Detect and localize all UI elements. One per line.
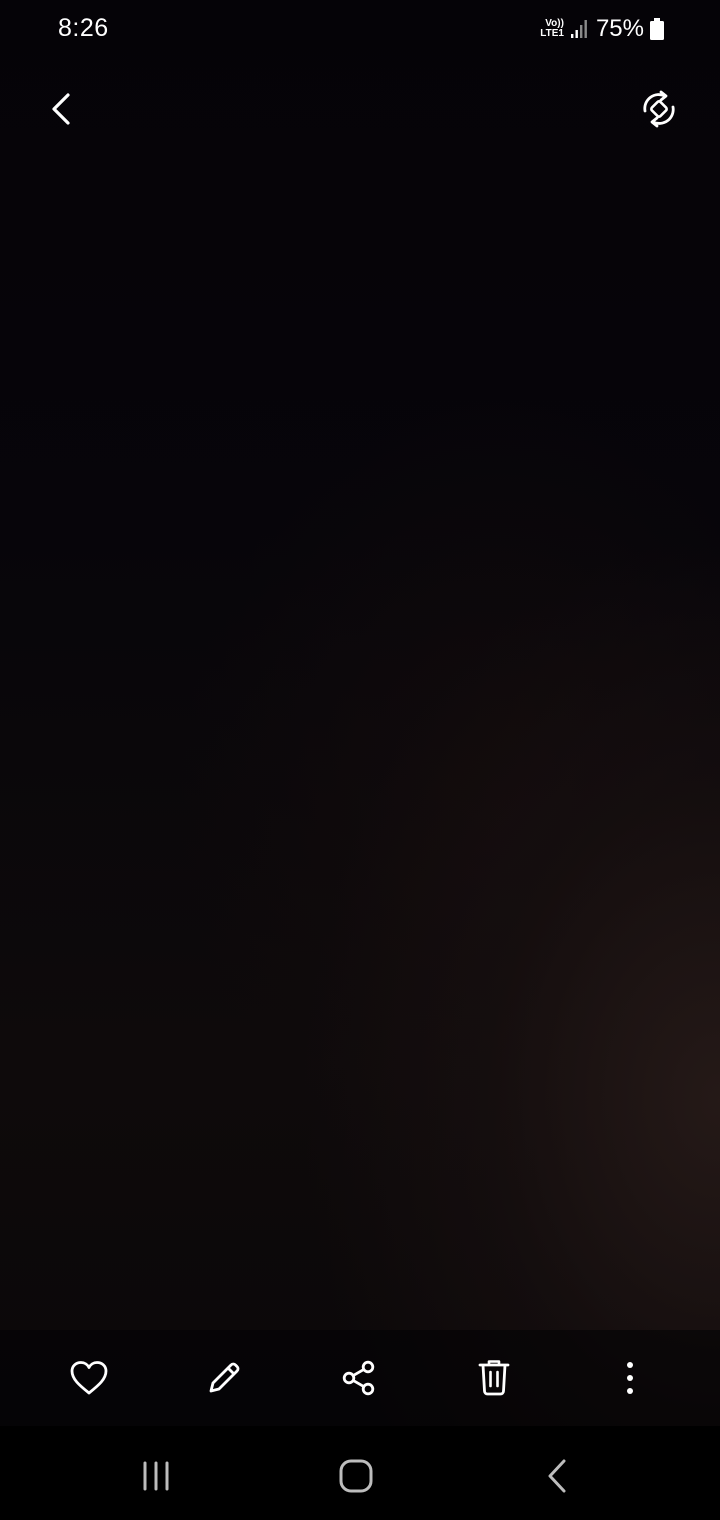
gallery-viewer: 8:26 Vo)) LTE1 75% <box>0 0 720 1520</box>
status-time: 8:26 <box>58 14 109 42</box>
home-icon <box>339 1459 373 1493</box>
heart-icon <box>70 1361 108 1395</box>
auto-rotate-icon <box>643 90 675 128</box>
system-nav-bar <box>0 1426 720 1520</box>
back-button[interactable] <box>36 84 86 134</box>
status-bar: 8:26 Vo)) LTE1 75% <box>0 0 720 58</box>
delete-button[interactable] <box>470 1354 518 1402</box>
home-button[interactable] <box>328 1448 384 1504</box>
trash-icon <box>478 1360 510 1396</box>
favorite-button[interactable] <box>65 1354 113 1402</box>
status-indicators: Vo)) LTE1 75% <box>540 14 664 44</box>
action-bar <box>0 1330 720 1426</box>
auto-rotate-button[interactable] <box>634 84 684 134</box>
recents-icon <box>143 1461 169 1491</box>
pencil-icon <box>209 1362 240 1393</box>
lte-label: LTE1 <box>540 28 564 39</box>
more-options-button[interactable] <box>606 1354 654 1402</box>
volte-icon: Vo)) LTE1 <box>540 19 564 39</box>
signal-icon <box>570 19 588 39</box>
more-vertical-icon <box>627 1362 633 1394</box>
recents-button[interactable] <box>128 1448 184 1504</box>
photo-content[interactable] <box>0 0 720 1520</box>
battery-icon <box>650 18 664 40</box>
chevron-left-icon <box>52 93 70 125</box>
share-icon <box>342 1360 375 1396</box>
nav-back-button[interactable] <box>530 1448 586 1504</box>
battery-percentage: 75% <box>595 15 644 42</box>
back-icon <box>548 1459 566 1493</box>
edit-button[interactable] <box>200 1354 248 1402</box>
share-button[interactable] <box>335 1354 383 1402</box>
